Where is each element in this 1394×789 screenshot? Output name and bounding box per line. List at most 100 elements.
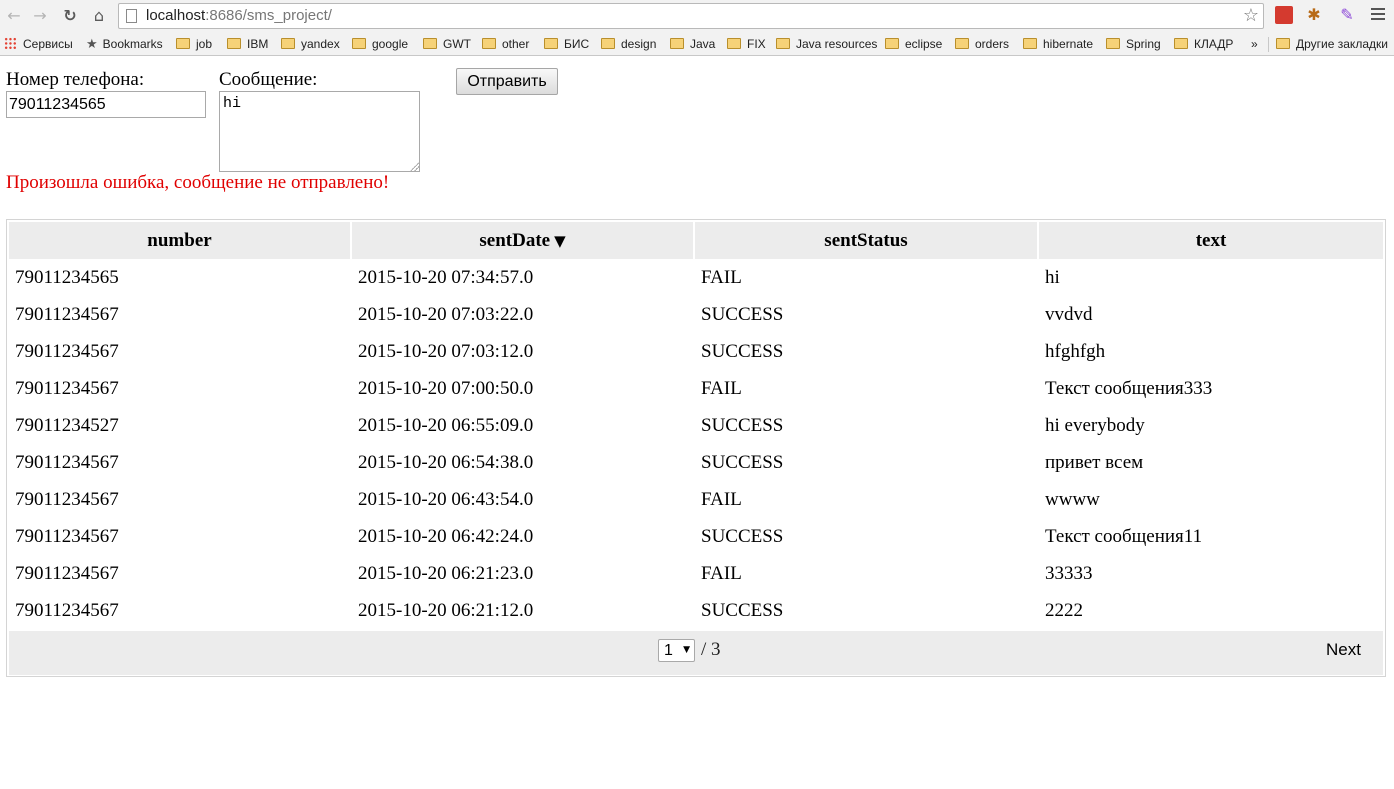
bookmark-folder-eclipse[interactable]: eclipse — [885, 36, 942, 52]
bookmark-folder-yandex[interactable]: yandex — [281, 36, 340, 52]
cell-sentdate: 2015-10-20 07:00:50.0 — [358, 377, 534, 399]
folder-icon — [727, 38, 741, 49]
bookmark-folder-fix[interactable]: FIX — [727, 36, 766, 52]
bookmarks-separator — [1268, 37, 1269, 52]
page-icon — [126, 9, 137, 23]
cell-text: 33333 — [1045, 562, 1093, 584]
cell-number: 79011234567 — [15, 599, 119, 621]
bookmark-star-icon[interactable]: ☆ — [1243, 4, 1259, 28]
bookmark-folder-java[interactable]: Java — [670, 36, 715, 52]
bookmark-folder-hibernate[interactable]: hibernate — [1023, 36, 1093, 52]
cell-sentdate: 2015-10-20 06:21:23.0 — [358, 562, 534, 584]
bookmark-bookmarks[interactable]: ★ Bookmarks — [86, 36, 163, 52]
pagination-bar: 1 ▼ / 3 Next — [9, 631, 1383, 675]
folder-icon — [885, 38, 899, 49]
bookmark-folder-bis[interactable]: БИС — [544, 36, 589, 52]
bookmark-folder-kladr[interactable]: КЛАДР — [1174, 36, 1233, 52]
cell-text: vvdvd — [1045, 303, 1093, 325]
sms-table-container: number sentDate ▼ sentStatus text 7901123… — [6, 219, 1386, 677]
folder-icon — [423, 38, 437, 49]
browser-toolbar: ← → ↻ ⌂ localhost:8686/sms_project/ ☆ ✱ … — [0, 0, 1394, 32]
bookmark-folder-java-resources[interactable]: Java resources — [776, 36, 877, 52]
table-row: 79011234567 2015-10-20 06:21:12.0 SUCCES… — [9, 592, 1383, 629]
message-label: Сообщение: — [219, 69, 318, 90]
page-select[interactable]: 1 ▼ — [658, 639, 695, 662]
cell-number: 79011234567 — [15, 525, 119, 547]
table-row: 79011234567 2015-10-20 07:03:12.0 SUCCES… — [9, 333, 1383, 370]
cell-sentstatus: FAIL — [701, 562, 742, 584]
folder-icon — [281, 38, 295, 49]
bookmark-folder-other[interactable]: other — [482, 36, 529, 52]
folder-icon — [1276, 38, 1290, 49]
cell-sentstatus: SUCCESS — [701, 340, 784, 362]
cell-sentdate: 2015-10-20 07:03:12.0 — [358, 340, 534, 362]
cell-sentstatus: FAIL — [701, 266, 742, 288]
column-header-sentstatus[interactable]: sentStatus — [695, 222, 1039, 259]
folder-icon — [670, 38, 684, 49]
cell-sentdate: 2015-10-20 06:43:54.0 — [358, 488, 534, 510]
folder-icon — [1106, 38, 1120, 49]
reload-icon[interactable]: ↻ — [59, 5, 81, 27]
cell-sentdate: 2015-10-20 06:55:09.0 — [358, 414, 534, 436]
folder-icon — [1174, 38, 1188, 49]
table-row: 79011234567 2015-10-20 07:00:50.0 FAIL Т… — [9, 370, 1383, 407]
phone-input[interactable] — [6, 91, 206, 118]
cell-sentdate: 2015-10-20 07:34:57.0 — [358, 266, 534, 288]
bookmark-folder-google[interactable]: google — [352, 36, 408, 52]
bookmarks-overflow-chevron[interactable]: » — [1251, 36, 1258, 52]
cell-sentstatus: SUCCESS — [701, 414, 784, 436]
cell-sentstatus: SUCCESS — [701, 599, 784, 621]
firebug-icon[interactable]: ✱ — [1305, 6, 1323, 24]
cell-number: 79011234565 — [15, 266, 119, 288]
cell-text: 2222 — [1045, 599, 1083, 621]
table-row: 79011234567 2015-10-20 06:42:24.0 SUCCES… — [9, 518, 1383, 555]
page-content: Номер телефона: Сообщение: hi Отправить … — [0, 57, 1394, 789]
cell-text: hfghfgh — [1045, 340, 1106, 362]
cell-text: wwww — [1045, 488, 1100, 510]
back-arrow-icon[interactable]: ← — [3, 5, 25, 27]
table-row: 79011234567 2015-10-20 06:43:54.0 FAIL w… — [9, 481, 1383, 518]
column-header-sentdate[interactable]: sentDate ▼ — [352, 222, 695, 259]
cell-number: 79011234567 — [15, 488, 119, 510]
cell-number: 79011234567 — [15, 303, 119, 325]
cell-text: Текст сообщения333 — [1045, 377, 1213, 399]
cell-text: Текст сообщения11 — [1045, 525, 1203, 547]
cell-sentstatus: FAIL — [701, 488, 742, 510]
cell-number: 79011234527 — [15, 414, 119, 436]
column-header-text[interactable]: text — [1039, 222, 1383, 259]
table-row: 79011234567 2015-10-20 06:21:23.0 FAIL 3… — [9, 555, 1383, 592]
bookmark-folder-ibm[interactable]: IBM — [227, 36, 268, 52]
bookmark-folder-spring[interactable]: Spring — [1106, 36, 1161, 52]
bookmarks-bar: Сервисы ★ Bookmarks job IBM yandex google… — [0, 32, 1394, 56]
chrome-menu-icon[interactable] — [1371, 8, 1385, 22]
cell-sentstatus: FAIL — [701, 377, 742, 399]
folder-icon — [482, 38, 496, 49]
extension-red-icon[interactable] — [1275, 6, 1293, 24]
url-text[interactable]: localhost:8686/sms_project/ — [146, 7, 332, 24]
folder-icon — [955, 38, 969, 49]
forward-arrow-icon[interactable]: → — [29, 5, 51, 27]
bookmark-folder-other-bookmarks[interactable]: Другие закладки — [1276, 36, 1388, 52]
bookmark-folder-design[interactable]: design — [601, 36, 656, 52]
table-header-row: number sentDate ▼ sentStatus text — [9, 222, 1383, 259]
table-row: 79011234527 2015-10-20 06:55:09.0 SUCCES… — [9, 407, 1383, 444]
folder-icon — [601, 38, 615, 49]
cell-sentdate: 2015-10-20 06:54:38.0 — [358, 451, 534, 473]
bookmark-folder-orders[interactable]: orders — [955, 36, 1009, 52]
folder-icon — [544, 38, 558, 49]
home-icon[interactable]: ⌂ — [88, 5, 110, 27]
bookmark-apps[interactable]: Сервисы — [4, 36, 73, 52]
apps-grid-icon — [4, 37, 17, 50]
bookmark-folder-gwt[interactable]: GWT — [423, 36, 471, 52]
next-page-link[interactable]: Next — [1326, 639, 1361, 661]
phone-label: Номер телефона: — [6, 69, 145, 90]
textarea-resize-handle[interactable] — [409, 161, 419, 171]
message-textarea[interactable]: hi — [219, 91, 420, 172]
column-header-number[interactable]: number — [9, 222, 352, 259]
bookmark-folder-job[interactable]: job — [176, 36, 212, 52]
cell-text: hi everybody — [1045, 414, 1145, 436]
send-button[interactable]: Отправить — [456, 68, 558, 95]
address-bar[interactable]: localhost:8686/sms_project/ ☆ — [118, 3, 1264, 29]
feather-icon[interactable]: ✎ — [1338, 6, 1356, 24]
cell-text: привет всем — [1045, 451, 1144, 473]
